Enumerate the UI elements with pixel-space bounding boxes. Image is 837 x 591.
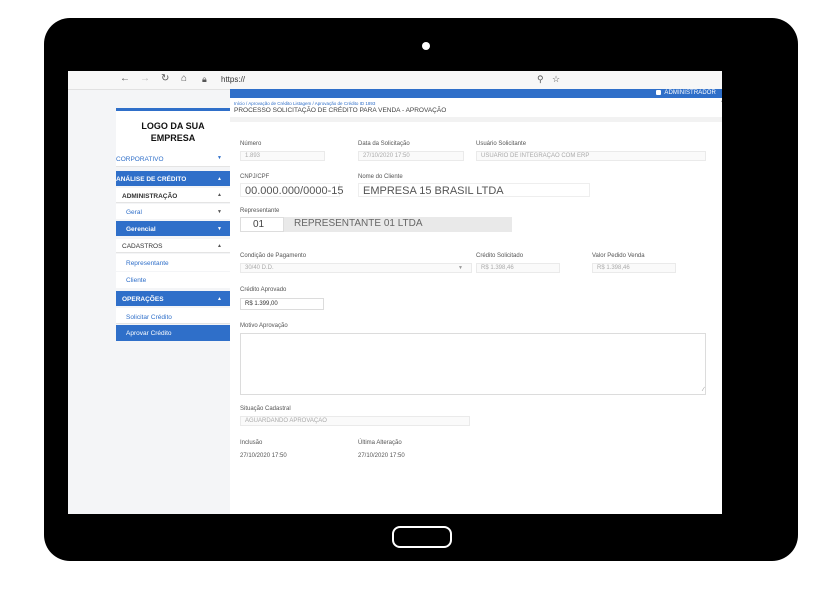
motivo-label: Motivo Aprovação (240, 323, 288, 329)
data-solicitacao-field: 27/10/2020 17:50 (358, 151, 464, 161)
main-content: Início / Aprovação de Crédito Listagem /… (230, 98, 722, 514)
lock-icon: 🔒︎ (202, 74, 207, 84)
sidebar-item-aprovar-credito[interactable]: Aprovar Crédito (116, 325, 230, 341)
sidebar-item-geral[interactable]: Geral ▼ (116, 204, 230, 219)
cliente-label: Nome do Cliente (358, 174, 403, 180)
sidebar-item-administracao[interactable]: ADMINISTRAÇÃO ▲ (116, 188, 230, 203)
condicao-select[interactable]: 30/40 D.D. (240, 263, 472, 273)
chevron-down-icon: ▼ (217, 155, 222, 161)
divider (230, 117, 722, 122)
home-icon[interactable]: ⌂ (181, 74, 187, 84)
forward-arrow-icon[interactable]: → (140, 74, 150, 84)
data-solicitacao-label: Data da Solicitação (358, 141, 410, 147)
numero-field: 1.893 (240, 151, 325, 161)
sidebar-item-representante[interactable]: Representante (116, 254, 230, 271)
inclusao-value: 27/10/2020 17:50 (240, 453, 287, 459)
chevron-up-icon: ▲ (217, 295, 222, 302)
chevron-down-icon: ▼ (217, 208, 222, 215)
chevron-down-icon: ▼ (217, 225, 222, 232)
resize-handle-icon[interactable]: ∕ (703, 387, 704, 393)
condicao-label: Condição de Pagamento (240, 253, 307, 259)
valor-pedido-label: Valor Pedido Venda (592, 253, 645, 259)
sidebar-item-solicitar-credito[interactable]: Solicitar Crédito (116, 308, 230, 324)
usuario-field: USUÁRIO DE INTEGRAÇÃO COM ERP (476, 151, 706, 161)
sidebar-item-corporativo[interactable]: CORPORATIVO ▼ (116, 150, 230, 167)
screen: ← → ↻ ⌂ 🔒︎ https:// ⚲ ☆ ADMINISTRADOR LO… (68, 71, 722, 514)
page-title: PROCESSO SOLICITAÇÃO DE CRÉDITO PARA VEN… (234, 107, 447, 114)
sidebar-item-analise-credito[interactable]: ANÁLISE DE CRÉDITO ▲ (116, 171, 230, 186)
sidebar: LOGO DA SUA EMPRESA CORPORATIVO ▼ ANÁLISE… (116, 98, 230, 514)
credito-solicitado-label: Crédito Solicitado (476, 253, 524, 259)
url-bar[interactable]: https:// (221, 75, 245, 84)
scrollbar-up-arrow-icon[interactable]: ▲ (720, 98, 722, 104)
star-icon[interactable]: ☆ (552, 74, 560, 84)
search-icon[interactable]: ⚲ (537, 74, 544, 84)
chevron-down-icon: ▼ (458, 265, 463, 271)
inclusao-label: Inclusão (240, 440, 263, 446)
company-logo: LOGO DA SUA EMPRESA (116, 108, 230, 152)
usuario-label: Usuário Solicitante (476, 141, 527, 147)
credito-aprovado-input[interactable]: R$ 1.399,00 (240, 298, 324, 310)
cliente-field: EMPRESA 15 BRASIL LTDA (358, 183, 590, 197)
representante-name-field: REPRESENTANTE 01 LTDA (284, 217, 512, 232)
user-menu[interactable]: ADMINISTRADOR (656, 90, 716, 96)
numero-label: Número (240, 141, 262, 147)
sidebar-item-cliente[interactable]: Cliente (116, 272, 230, 288)
representante-label: Representante (240, 208, 280, 214)
user-icon (656, 90, 662, 95)
breadcrumb[interactable]: Início / Aprovação de Crédito Listagem /… (234, 101, 375, 106)
credito-aprovado-label: Crédito Aprovado (240, 287, 287, 293)
chevron-up-icon: ▲ (217, 242, 222, 249)
credito-solicitado-field: R$ 1.398,46 (476, 263, 560, 273)
representante-code-field: 01 (240, 217, 284, 232)
ultima-alteracao-value: 27/10/2020 17:50 (358, 453, 405, 459)
back-arrow-icon[interactable]: ← (120, 74, 130, 84)
motivo-textarea[interactable]: ∕ (240, 333, 706, 395)
top-bar: ADMINISTRADOR (230, 89, 722, 98)
sidebar-item-gerencial[interactable]: Gerencial ▼ (116, 221, 230, 236)
camera-dot (422, 42, 430, 50)
valor-pedido-field: R$ 1.398,46 (592, 263, 676, 273)
home-button[interactable] (392, 526, 452, 548)
sidebar-item-cadastros[interactable]: CADASTROS ▲ (116, 239, 230, 253)
sidebar-item-operacoes[interactable]: OPERAÇÕES ▲ (116, 291, 230, 306)
situacao-field: AGUARDANDO APROVAÇÃO (240, 416, 470, 426)
situacao-label: Situação Cadastral (240, 406, 291, 412)
chevron-up-icon: ▲ (217, 175, 222, 182)
cnpj-label: CNPJ/CPF (240, 174, 270, 180)
browser-toolbar: ← → ↻ ⌂ 🔒︎ https:// ⚲ ☆ (68, 71, 722, 90)
cnpj-field: 00.000.000/0000-15 (240, 183, 343, 197)
ultima-alteracao-label: Última Alteração (358, 440, 402, 446)
reload-icon[interactable]: ↻ (161, 74, 169, 84)
chevron-up-icon: ▲ (217, 192, 222, 198)
